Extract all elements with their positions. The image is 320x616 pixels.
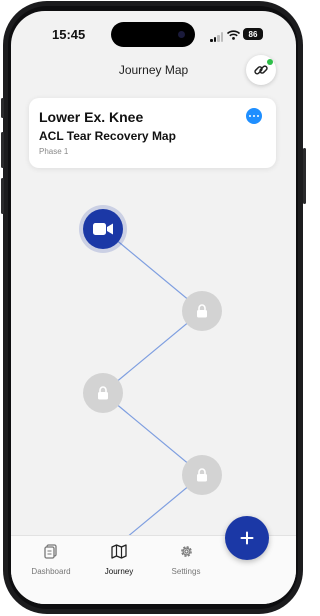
link-button[interactable]: [246, 55, 276, 85]
card-subtitle: ACL Tear Recovery Map: [39, 129, 176, 143]
more-dot: [256, 114, 259, 118]
link-icon: [254, 65, 268, 75]
more-dot: [252, 114, 256, 118]
silent-switch: [1, 98, 4, 118]
clipboard-icon: [44, 544, 57, 559]
status-time: 15:45: [52, 27, 86, 42]
lock-icon: [98, 386, 108, 400]
dynamic-island: [111, 22, 195, 47]
journey-node-locked[interactable]: [182, 291, 222, 331]
volume-up-button: [1, 132, 4, 168]
tab-dashboard-label: Dashboard: [31, 567, 71, 576]
lock-icon: [197, 304, 207, 318]
map-icon: [111, 544, 127, 559]
cellular-signal-icon: [210, 32, 224, 42]
journey-node-locked[interactable]: [83, 373, 123, 413]
card-phase: Phase 1: [39, 147, 69, 156]
video-icon: [93, 223, 113, 235]
journey-node-active[interactable]: [83, 209, 123, 249]
tab-settings-label: Settings: [171, 567, 201, 576]
add-button[interactable]: [225, 516, 269, 560]
more-options-button[interactable]: [246, 108, 262, 124]
camera-dot: [178, 31, 185, 38]
tab-dashboard[interactable]: Dashboard: [16, 544, 86, 576]
journey-card: Lower Ex. Knee ACL Tear Recovery Map Pha…: [29, 98, 276, 168]
online-status-dot: [267, 59, 273, 65]
status-bar: 15:45 86: [11, 11, 296, 55]
battery-indicator: 86: [243, 28, 263, 40]
wifi-icon: [227, 30, 240, 40]
lock-icon: [197, 468, 207, 482]
plus-icon: [240, 531, 254, 545]
tab-settings[interactable]: Settings: [151, 544, 221, 576]
tab-journey[interactable]: Journey: [84, 544, 154, 576]
more-dot: [249, 114, 252, 118]
journey-node-locked[interactable]: [182, 455, 222, 495]
gear-icon: [180, 546, 192, 557]
card-title: Lower Ex. Knee: [39, 109, 144, 125]
app-screen: 15:45 86 Journey Map Lower Ex. Knee ACL …: [11, 11, 296, 604]
volume-down-button: [1, 178, 4, 214]
tab-journey-label: Journey: [104, 567, 134, 576]
power-button: [303, 148, 306, 204]
